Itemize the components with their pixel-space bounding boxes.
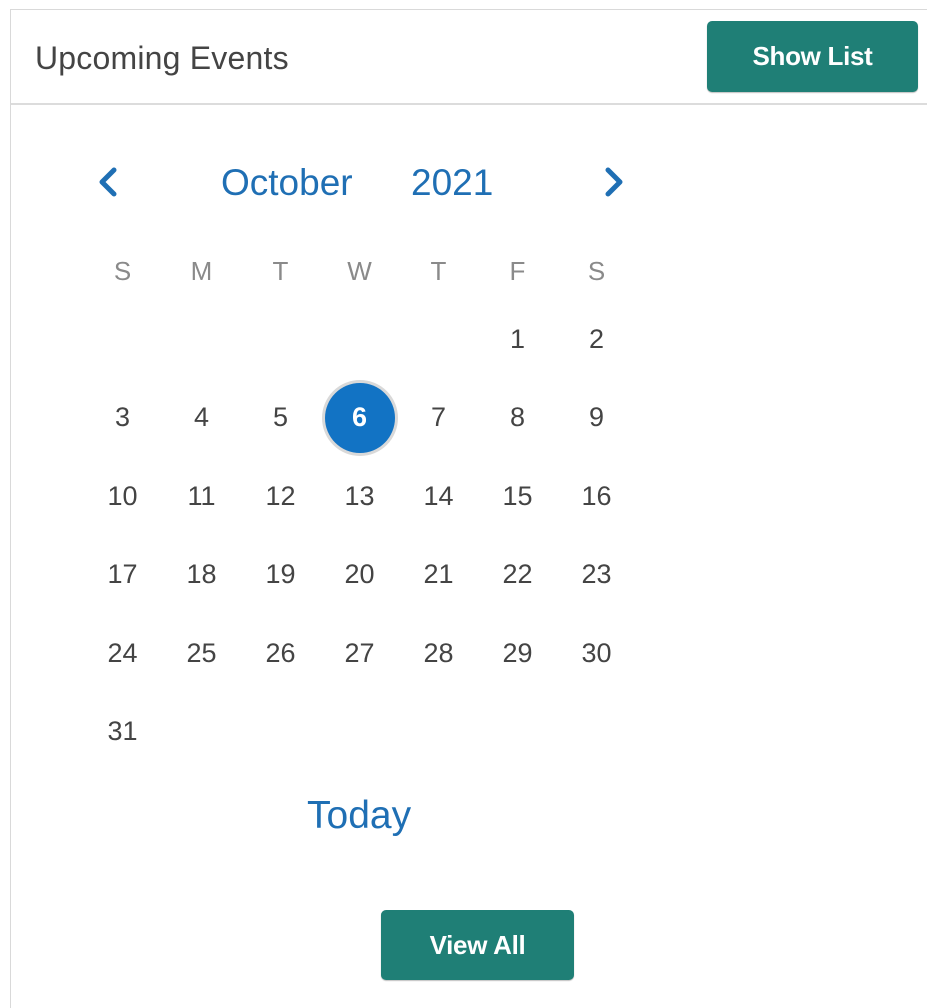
- calendar-day-number: 24: [107, 637, 138, 668]
- calendar-day-number: 11: [187, 480, 216, 511]
- calendar-day[interactable]: 17: [83, 536, 162, 615]
- weekday-label: S: [587, 256, 606, 286]
- calendar-day-number: 23: [581, 559, 612, 590]
- calendar-day-empty: [241, 300, 320, 379]
- calendar-day-number: 19: [265, 559, 296, 590]
- calendar-day[interactable]: 24: [83, 614, 162, 693]
- calendar-day[interactable]: 27: [320, 614, 399, 693]
- calendar-day[interactable]: 3: [83, 379, 162, 458]
- calendar-day-number: 18: [186, 559, 217, 590]
- calendar-day[interactable]: 13: [320, 457, 399, 536]
- calendar-day[interactable]: 2: [557, 300, 636, 379]
- calendar-day-selected[interactable]: 6: [320, 379, 399, 458]
- calendar-header: October 2021: [11, 160, 651, 210]
- calendar-day-empty: [162, 300, 241, 379]
- weekday-label: S: [113, 256, 132, 286]
- weekday-label: W: [347, 256, 372, 286]
- calendar-day-number: 2: [588, 323, 605, 354]
- panel-header: Upcoming Events Show List: [11, 10, 927, 105]
- calendar-day[interactable]: 14: [399, 457, 478, 536]
- calendar-day-number: 16: [581, 480, 612, 511]
- calendar-day-number: 13: [344, 480, 375, 511]
- today-link[interactable]: Today: [307, 794, 411, 838]
- weekday-label: T: [272, 256, 289, 286]
- calendar-day-empty: [399, 300, 478, 379]
- calendar-day-number: 22: [502, 559, 533, 590]
- calendar-day[interactable]: 11: [162, 457, 241, 536]
- calendar-day[interactable]: 18: [162, 536, 241, 615]
- calendar-day-number: 4: [193, 402, 210, 433]
- calendar-day[interactable]: 7: [399, 379, 478, 458]
- calendar-day-number: 12: [265, 480, 296, 511]
- calendar-day-number: 8: [509, 402, 526, 433]
- calendar-day-number: 5: [272, 402, 289, 433]
- calendar-day[interactable]: 19: [241, 536, 320, 615]
- weekday-header: S M T W T F S: [83, 246, 638, 296]
- calendar-day-number: 3: [114, 402, 131, 433]
- calendar-day[interactable]: 9: [557, 379, 636, 458]
- calendar-day-number: 25: [186, 637, 217, 668]
- calendar-day-number: 1: [509, 323, 526, 354]
- calendar-day-number: 14: [423, 480, 454, 511]
- month-label[interactable]: October: [221, 162, 353, 204]
- calendar-day[interactable]: 29: [478, 614, 557, 693]
- panel-title: Upcoming Events: [35, 40, 289, 76]
- calendar-day-empty: [83, 300, 162, 379]
- year-label[interactable]: 2021: [411, 162, 493, 204]
- calendar-day[interactable]: 21: [399, 536, 478, 615]
- calendar-day-number: 26: [265, 637, 296, 668]
- calendar-day-number: 10: [107, 480, 138, 511]
- calendar-day-number: 15: [502, 480, 533, 511]
- calendar-grid: 1 2 3 4 5 6 7 8 9 10 11 12 13 14 15 16 17 18 19 20 21 22 23 24 2…: [83, 300, 638, 771]
- calendar-day-number: 17: [107, 559, 138, 590]
- calendar-day[interactable]: 30: [557, 614, 636, 693]
- calendar-day[interactable]: 20: [320, 536, 399, 615]
- calendar-day-number: 28: [423, 637, 454, 668]
- upcoming-events-panel: Upcoming Events Show List October 2021 S…: [10, 9, 927, 1008]
- calendar-day[interactable]: 10: [83, 457, 162, 536]
- calendar-day[interactable]: 1: [478, 300, 557, 379]
- chevron-left-icon[interactable]: [91, 164, 127, 200]
- calendar-day[interactable]: 23: [557, 536, 636, 615]
- calendar-day-number: 31: [107, 716, 138, 747]
- calendar-day[interactable]: 8: [478, 379, 557, 458]
- weekday-label: F: [509, 256, 526, 286]
- calendar-day[interactable]: 15: [478, 457, 557, 536]
- chevron-right-icon[interactable]: [595, 164, 631, 200]
- calendar-day[interactable]: 4: [162, 379, 241, 458]
- view-all-button[interactable]: View All: [381, 910, 574, 980]
- calendar-day-number: 29: [502, 637, 533, 668]
- calendar-day-number: 20: [344, 559, 375, 590]
- calendar-day-number: 21: [423, 559, 454, 590]
- calendar-day-number: 30: [581, 637, 612, 668]
- calendar-day[interactable]: 5: [241, 379, 320, 458]
- calendar-day[interactable]: 25: [162, 614, 241, 693]
- calendar-day-number: 6: [324, 382, 395, 453]
- calendar-day[interactable]: 22: [478, 536, 557, 615]
- calendar-day-number: 7: [430, 402, 447, 433]
- calendar-day[interactable]: 16: [557, 457, 636, 536]
- weekday-label: M: [190, 256, 213, 286]
- calendar-day[interactable]: 31: [83, 693, 162, 772]
- calendar-day-empty: [320, 300, 399, 379]
- calendar-day-number: 27: [344, 637, 375, 668]
- show-list-button[interactable]: Show List: [707, 21, 918, 92]
- calendar-day[interactable]: 12: [241, 457, 320, 536]
- calendar-day[interactable]: 26: [241, 614, 320, 693]
- weekday-label: T: [430, 256, 447, 286]
- calendar-day[interactable]: 28: [399, 614, 478, 693]
- calendar-day-number: 9: [588, 402, 605, 433]
